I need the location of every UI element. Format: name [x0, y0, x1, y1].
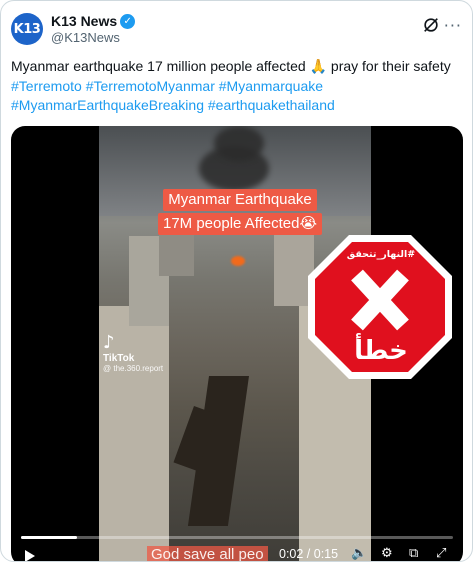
smoke-plume	[214, 126, 264, 161]
settings-gear-icon[interactable]: ⚙	[381, 546, 393, 561]
more-options-icon[interactable]: ···	[444, 16, 462, 35]
avatar-text: K13	[13, 21, 41, 37]
fire	[231, 256, 245, 266]
progress-bar[interactable]	[21, 536, 453, 539]
tiktok-watermark: ♪ TikTok @ the.360.report	[103, 332, 163, 373]
fullscreen-icon[interactable]: ⤢	[436, 546, 446, 561]
tweet-body: Myanmar earthquake 17 million people aff…	[11, 58, 451, 74]
video-controls: 0:02 / 0:15 🔈 ⚙ ⧉ ⤢	[11, 544, 463, 561]
progress-fill	[21, 536, 78, 539]
stamp-hashtag: #النهار_تتحقق	[346, 249, 416, 260]
time-display: 0:02 / 0:15	[279, 547, 339, 561]
author-handle[interactable]: @K13News	[51, 30, 135, 45]
pip-icon[interactable]: ⧉	[409, 546, 418, 561]
volume-icon[interactable]: 🔈	[351, 546, 367, 561]
tiktok-logo-icon: ♪	[103, 332, 115, 353]
tweet-header: K13 K13 News ✓ @K13News ···	[11, 13, 462, 47]
tweet-text: Myanmar earthquake 17 million people aff…	[11, 57, 466, 116]
hashtag[interactable]: #TerremotoMyanmar	[86, 78, 215, 94]
hashtag[interactable]: #earthquakethailand	[208, 97, 335, 113]
hashtag[interactable]: #MyanmarEarthquakeBreaking	[11, 97, 204, 113]
video-player[interactable]: Myanmar Earthquake 17M people Affected😭 …	[11, 126, 463, 561]
caption-line: Myanmar Earthquake	[163, 189, 317, 211]
tweet-card: K13 K13 News ✓ @K13News ··· Myanmar eart…	[0, 0, 473, 562]
verified-badge-icon: ✓	[120, 13, 136, 29]
grok-icon[interactable]	[422, 16, 440, 34]
video-caption: Myanmar Earthquake 17M people Affected😭	[153, 189, 327, 237]
author-name[interactable]: K13 News	[51, 13, 117, 29]
tiktok-user: @ the.360.report	[103, 364, 164, 373]
caption-line: 17M people Affected😭	[157, 213, 323, 235]
tiktok-brand: TikTok	[103, 353, 135, 364]
stamp-word: خطأ	[354, 336, 408, 366]
author-block: K13 News ✓ @K13News	[51, 13, 136, 45]
hashtag[interactable]: #Myanmarquake	[219, 78, 323, 94]
play-icon[interactable]	[25, 550, 35, 561]
hashtag[interactable]: #Terremoto	[11, 78, 82, 94]
avatar[interactable]: K13	[11, 13, 43, 45]
name-row: K13 News ✓	[51, 13, 136, 29]
